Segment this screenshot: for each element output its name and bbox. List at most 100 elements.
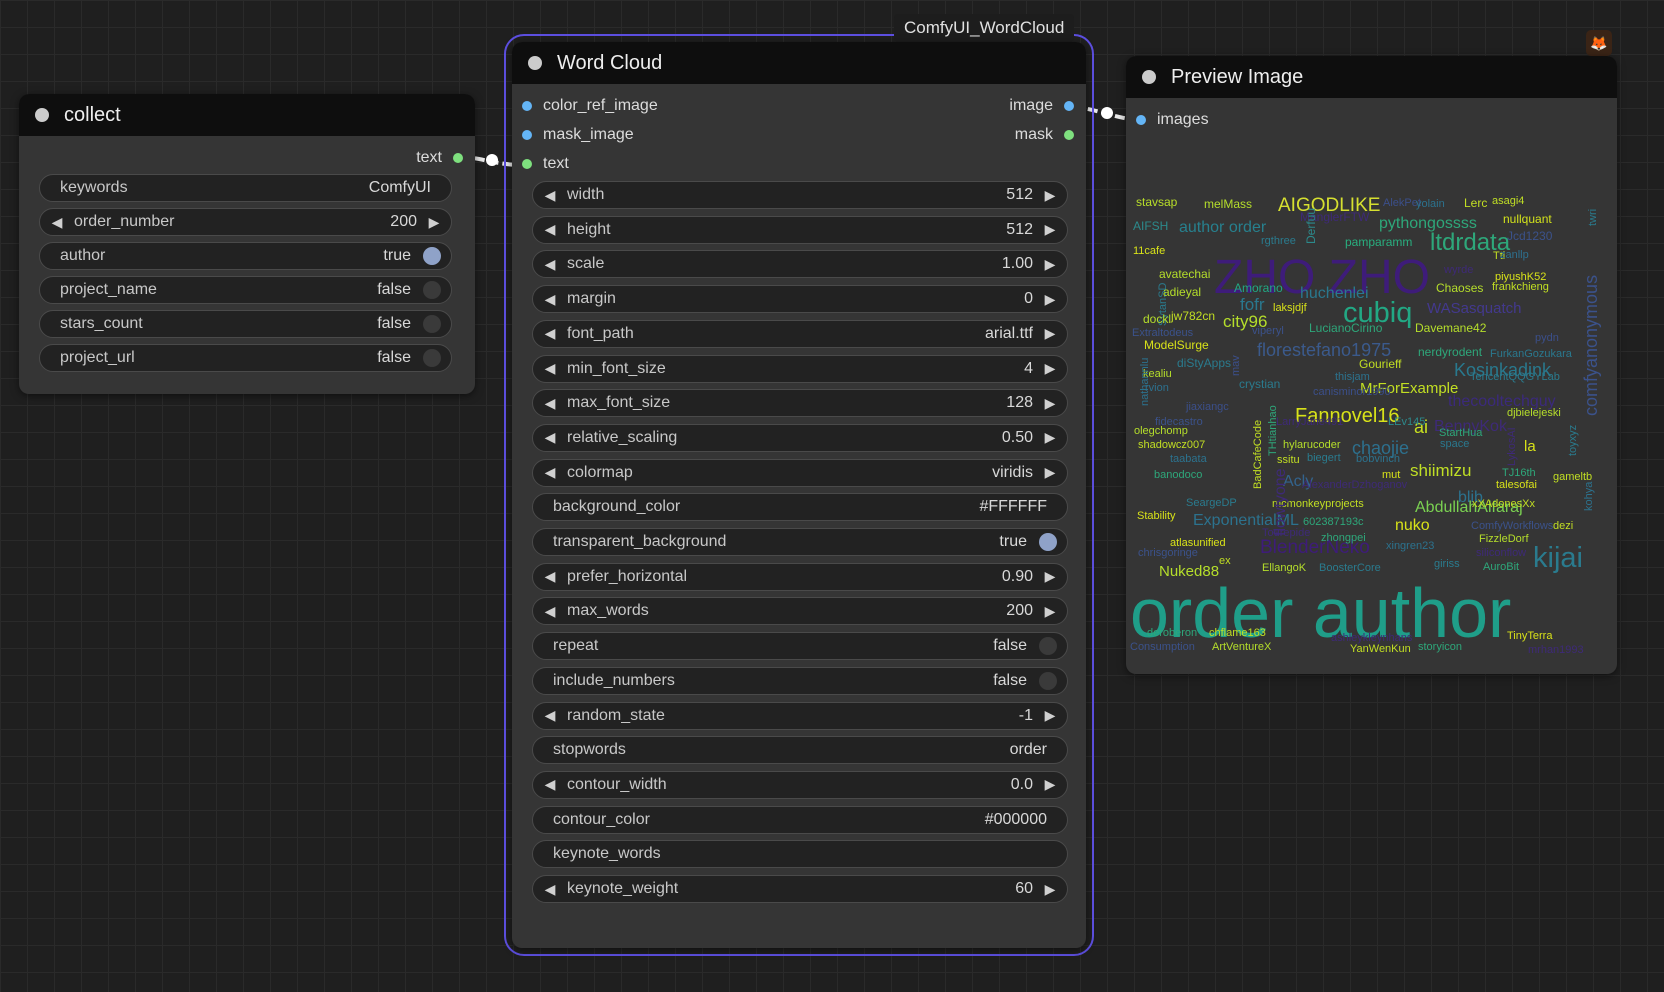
- wordcloud-node-header[interactable]: Word Cloud: [512, 42, 1086, 84]
- cloud-word: twri: [1587, 208, 1599, 226]
- input-slot-images[interactable]: images: [1136, 108, 1209, 132]
- increment-arrow-icon[interactable]: ▶: [1033, 429, 1067, 446]
- toggle-off-icon[interactable]: [1039, 671, 1057, 690]
- widget-relative-scaling[interactable]: ◀ relative_scaling 0.50 ▶: [532, 423, 1068, 452]
- toggle-off-icon[interactable]: [423, 281, 441, 299]
- widget-width[interactable]: ◀ width 512 ▶: [532, 181, 1068, 209]
- decrement-arrow-icon[interactable]: ◀: [40, 214, 74, 231]
- widget-transparent-background[interactable]: transparent_background true: [532, 528, 1068, 556]
- widget-author[interactable]: author true: [39, 242, 452, 270]
- cloud-word: wyrde: [1444, 264, 1474, 276]
- increment-arrow-icon[interactable]: ▶: [1033, 464, 1067, 481]
- decrement-arrow-icon[interactable]: ◀: [533, 603, 567, 620]
- widget-keywords[interactable]: keywords ComfyUI: [39, 174, 452, 202]
- widget-contour-width[interactable]: ◀ contour_width 0.0 ▶: [532, 770, 1068, 799]
- wordcloud-node[interactable]: Word Cloud color_ref_image mask_image te…: [512, 42, 1086, 948]
- increment-arrow-icon[interactable]: ▶: [1033, 360, 1067, 377]
- output-dot-icon[interactable]: [1064, 101, 1074, 111]
- input-slot-text[interactable]: text: [522, 152, 569, 176]
- collect-node-header[interactable]: collect: [19, 94, 475, 136]
- widget-height[interactable]: ◀ height 512 ▶: [532, 215, 1068, 244]
- widget-margin[interactable]: ◀ margin 0 ▶: [532, 285, 1068, 314]
- widget-label: max_words: [567, 602, 649, 620]
- widget-stopwords[interactable]: stopwords order: [532, 736, 1068, 765]
- fox-badge-icon[interactable]: 🦊: [1586, 30, 1612, 56]
- decrement-arrow-icon[interactable]: ◀: [533, 187, 567, 204]
- toggle-off-icon[interactable]: [423, 349, 441, 367]
- output-dot-icon[interactable]: [453, 153, 463, 163]
- collapse-dot-icon[interactable]: [35, 108, 49, 122]
- increment-arrow-icon[interactable]: ▶: [1033, 707, 1067, 724]
- collapse-dot-icon[interactable]: [1142, 70, 1156, 84]
- widget-max-words[interactable]: ◀ max_words 200 ▶: [532, 597, 1068, 626]
- toggle-on-icon[interactable]: [1039, 533, 1057, 551]
- increment-arrow-icon[interactable]: ▶: [1033, 187, 1067, 204]
- widget-order-number[interactable]: ◀ order_number 200 ▶: [39, 208, 452, 236]
- widget-background-color[interactable]: background_color #FFFFFF: [532, 493, 1068, 522]
- output-slot-text[interactable]: text: [416, 146, 463, 170]
- cloud-word: nathannlu: [1139, 357, 1151, 406]
- increment-arrow-icon[interactable]: ▶: [1033, 776, 1067, 793]
- output-slot-mask[interactable]: mask: [1015, 123, 1074, 147]
- collapse-dot-icon[interactable]: [528, 56, 542, 70]
- output-dot-icon[interactable]: [1064, 130, 1074, 140]
- decrement-arrow-icon[interactable]: ◀: [533, 291, 567, 308]
- widget-keynote-weight[interactable]: ◀ keynote_weight 60 ▶: [532, 875, 1068, 903]
- widget-font-path[interactable]: ◀ font_path arial.ttf ▶: [532, 319, 1068, 348]
- widget-include-numbers[interactable]: include_numbers false: [532, 666, 1068, 695]
- toggle-off-icon[interactable]: [423, 315, 441, 333]
- output-slot-image[interactable]: image: [1009, 94, 1074, 118]
- increment-arrow-icon[interactable]: ▶: [1033, 395, 1067, 412]
- preview-node-header[interactable]: Preview Image: [1126, 56, 1617, 98]
- toggle-on-icon[interactable]: [423, 247, 441, 265]
- input-dot-icon[interactable]: [522, 130, 532, 140]
- input-dot-icon[interactable]: [1136, 115, 1146, 125]
- collect-node[interactable]: collect text keywords ComfyUI ◀ order_nu…: [19, 94, 475, 394]
- increment-arrow-icon[interactable]: ▶: [1033, 568, 1067, 585]
- decrement-arrow-icon[interactable]: ◀: [533, 568, 567, 585]
- decrement-arrow-icon[interactable]: ◀: [533, 429, 567, 446]
- widget-project-name[interactable]: project_name false: [39, 276, 452, 304]
- widget-value: 512: [1006, 186, 1033, 203]
- input-slot-color-ref-image[interactable]: color_ref_image: [522, 94, 658, 118]
- widget-stars-count[interactable]: stars_count false: [39, 310, 452, 338]
- cloud-word: Amorano: [1234, 281, 1283, 295]
- increment-arrow-icon[interactable]: ▶: [1033, 221, 1067, 238]
- widget-project-url[interactable]: project_url false: [39, 344, 452, 372]
- widget-repeat[interactable]: repeat false: [532, 632, 1068, 661]
- widget-prefer-horizontal[interactable]: ◀ prefer_horizontal 0.90 ▶: [532, 562, 1068, 591]
- decrement-arrow-icon[interactable]: ◀: [533, 256, 567, 273]
- widget-colormap[interactable]: ◀ colormap viridis ▶: [532, 458, 1068, 487]
- input-dot-icon[interactable]: [522, 159, 532, 169]
- widget-random-state[interactable]: ◀ random_state -1 ▶: [532, 701, 1068, 730]
- widget-keynote-words[interactable]: keynote_words: [532, 840, 1068, 869]
- increment-arrow-icon[interactable]: ▶: [417, 214, 451, 231]
- decrement-arrow-icon[interactable]: ◀: [533, 707, 567, 724]
- decrement-arrow-icon[interactable]: ◀: [533, 221, 567, 238]
- input-slot-mask-image[interactable]: mask_image: [522, 123, 634, 147]
- decrement-arrow-icon[interactable]: ◀: [533, 360, 567, 377]
- decrement-arrow-icon[interactable]: ◀: [533, 464, 567, 481]
- widget-label: height: [567, 220, 611, 238]
- widget-value: true: [383, 247, 411, 264]
- widget-value: 0.0: [1010, 775, 1033, 793]
- widget-scale[interactable]: ◀ scale 1.00 ▶: [532, 250, 1068, 279]
- decrement-arrow-icon[interactable]: ◀: [533, 881, 567, 898]
- input-dot-icon[interactable]: [522, 101, 532, 111]
- widget-min-font-size[interactable]: ◀ min_font_size 4 ▶: [532, 354, 1068, 383]
- decrement-arrow-icon[interactable]: ◀: [533, 776, 567, 793]
- increment-arrow-icon[interactable]: ▶: [1033, 881, 1067, 898]
- widget-label: keynote_weight: [567, 880, 679, 897]
- decrement-arrow-icon[interactable]: ◀: [533, 395, 567, 412]
- increment-arrow-icon[interactable]: ▶: [1033, 291, 1067, 308]
- widget-value: #000000: [984, 810, 1047, 828]
- preview-image-node[interactable]: Preview Image images order author ZHO ZHO…: [1126, 56, 1617, 674]
- toggle-off-icon[interactable]: [1039, 637, 1057, 656]
- widget-contour-color[interactable]: contour_color #000000: [532, 805, 1068, 834]
- increment-arrow-icon[interactable]: ▶: [1033, 603, 1067, 620]
- widget-max-font-size[interactable]: ◀ max_font_size 128 ▶: [532, 389, 1068, 418]
- increment-arrow-icon[interactable]: ▶: [1033, 325, 1067, 342]
- decrement-arrow-icon[interactable]: ◀: [533, 325, 567, 342]
- cloud-word: rgthree: [1261, 235, 1296, 247]
- increment-arrow-icon[interactable]: ▶: [1033, 256, 1067, 273]
